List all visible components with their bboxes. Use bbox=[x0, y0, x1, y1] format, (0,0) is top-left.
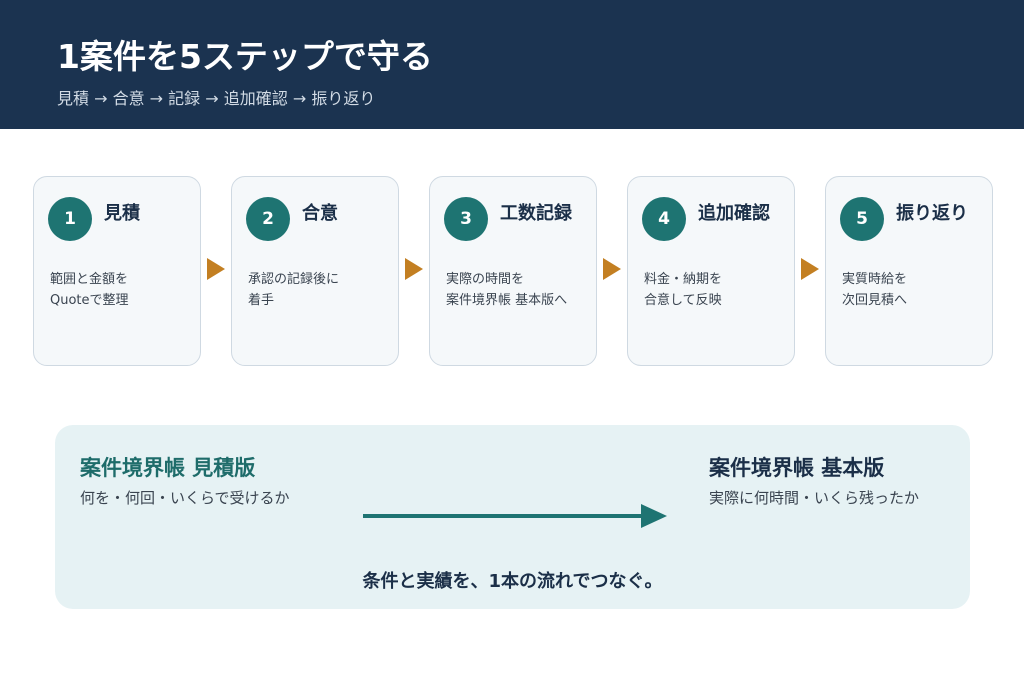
ledger-flow-panel: 案件境界帳 見積版 何を・何回・いくらで受けるか 案件境界帳 基本版 実際に何時… bbox=[55, 425, 970, 609]
step-description: 料金・納期を 合意して反映 bbox=[644, 269, 722, 311]
page-subtitle: 見積 → 合意 → 記録 → 追加確認 → 振り返り bbox=[57, 89, 376, 108]
step-card-2: 2 合意 承認の記録後に 着手 bbox=[231, 176, 399, 366]
step-title: 追加確認 bbox=[698, 203, 770, 224]
step-description: 実質時給を 次回見積へ bbox=[842, 269, 907, 311]
header-banner: 1案件を5ステップで守る 見積 → 合意 → 記録 → 追加確認 → 振り返り bbox=[0, 0, 1024, 129]
step-description-line: 実際の時間を bbox=[446, 272, 525, 287]
step-arrow-icon bbox=[207, 258, 225, 280]
step-arrow-icon bbox=[801, 258, 819, 280]
step-number-badge: 2 bbox=[246, 197, 290, 241]
step-description-line: 料金・納期を bbox=[644, 272, 723, 287]
page-title: 1案件を5ステップで守る bbox=[57, 37, 433, 76]
step-card-4: 4 追加確認 料金・納期を 合意して反映 bbox=[627, 176, 795, 366]
step-description-line: 案件境界帳 基本版へ bbox=[446, 293, 568, 308]
step-description-line: 合意して反映 bbox=[644, 293, 722, 308]
panel-summary: 条件と実績を、1本の流れでつなぐ。 bbox=[362, 571, 663, 592]
step-number-badge: 4 bbox=[642, 197, 686, 241]
step-description-line: 範囲と金額を bbox=[50, 272, 129, 287]
estimate-ledger-description: 何を・何回・いくらで受けるか bbox=[80, 489, 290, 507]
step-card-3: 3 工数記録 実際の時間を 案件境界帳 基本版へ bbox=[429, 176, 597, 366]
step-card-5: 5 振り返り 実質時給を 次回見積へ bbox=[825, 176, 993, 366]
step-description-line: 次回見積へ bbox=[842, 293, 908, 308]
step-number-badge: 5 bbox=[840, 197, 884, 241]
estimate-ledger-title: 案件境界帳 見積版 bbox=[80, 456, 256, 480]
step-number-badge: 3 bbox=[444, 197, 488, 241]
step-description-line: 承認の記録後に bbox=[248, 272, 340, 287]
step-title: 工数記録 bbox=[500, 203, 572, 224]
step-description-line: 着手 bbox=[248, 293, 275, 308]
step-description: 実際の時間を 案件境界帳 基本版へ bbox=[446, 269, 567, 311]
step-title: 合意 bbox=[302, 203, 338, 224]
step-arrow-icon bbox=[405, 258, 423, 280]
step-title: 見積 bbox=[104, 203, 140, 224]
step-arrow-icon bbox=[603, 258, 621, 280]
step-description: 範囲と金額を Quoteで整理 bbox=[50, 269, 129, 311]
step-title: 振り返り bbox=[896, 203, 968, 224]
flow-arrow-icon bbox=[363, 504, 667, 528]
basic-ledger-title: 案件境界帳 基本版 bbox=[709, 456, 885, 480]
step-number-badge: 1 bbox=[48, 197, 92, 241]
step-description-line: 実質時給を bbox=[842, 272, 908, 287]
basic-ledger-description: 実際に何時間・いくら残ったか bbox=[709, 489, 920, 507]
step-card-1: 1 見積 範囲と金額を Quoteで整理 bbox=[33, 176, 201, 366]
step-description-line: Quoteで整理 bbox=[50, 293, 129, 308]
step-description: 承認の記録後に 着手 bbox=[248, 269, 339, 311]
